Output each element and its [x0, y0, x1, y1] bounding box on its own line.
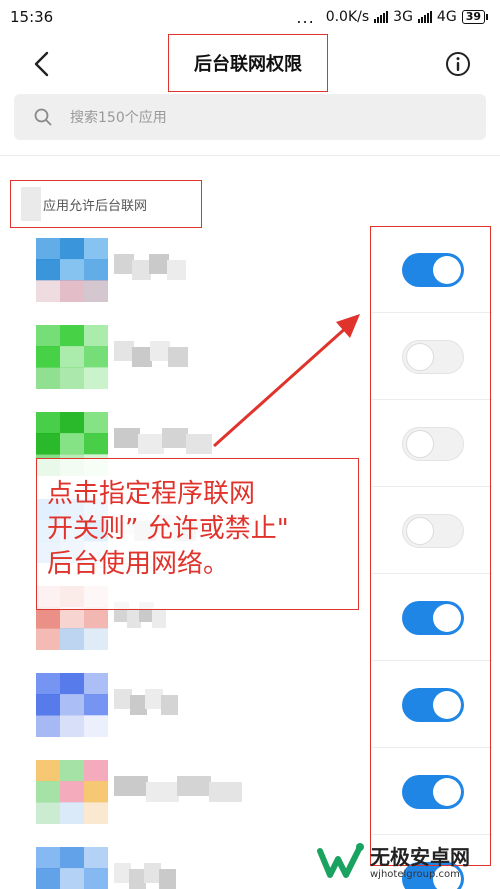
page-title: 后台联网权限 — [168, 34, 328, 92]
search-icon — [34, 108, 52, 126]
info-icon — [446, 52, 470, 76]
status-bar: 15:36 ... 0.0K/s 3G 4G 39 — [0, 0, 500, 34]
signal-strength-icon — [374, 11, 389, 23]
battery-icon: 39 — [461, 10, 488, 24]
info-button[interactable] — [444, 50, 472, 78]
battery-level: 39 — [461, 10, 485, 24]
app-header: 后台联网权限 — [0, 34, 500, 94]
watermark-title: 无极安卓网 — [370, 844, 470, 869]
status-time: 15:36 — [10, 8, 54, 26]
toggle-highlight-box — [370, 226, 491, 866]
section-header: 应用允许后台联网 — [10, 180, 202, 228]
callout-line-1: 点击指定程序联网 — [47, 479, 256, 509]
watermark-logo-icon — [317, 842, 364, 878]
callout-line-3: 后台使用网络。 — [47, 549, 230, 579]
network-type-3g: 3G — [393, 9, 413, 25]
network-speed: 0.0K/s — [325, 9, 370, 25]
search-input[interactable]: 搜索150个应用 — [14, 94, 486, 140]
watermark-url: wjhotelgroup.com — [370, 868, 460, 880]
signal-strength-icon — [417, 11, 432, 23]
search-placeholder: 搜索150个应用 — [70, 110, 167, 126]
callout-line-2: 开关则” 允许或禁止" — [47, 514, 289, 544]
app-icon — [36, 847, 108, 889]
back-button[interactable] — [24, 46, 60, 82]
section-label: 应用允许后台联网 — [43, 198, 148, 214]
app-icon — [36, 325, 108, 389]
notification-dots-icon: ... — [296, 7, 315, 27]
app-icon — [36, 760, 108, 824]
app-icon — [36, 238, 108, 302]
divider — [0, 155, 500, 156]
chevron-left-icon — [34, 51, 49, 77]
annotation-callout: 点击指定程序联网 开关则” 允许或禁止" 后台使用网络。 — [36, 458, 359, 610]
app-icon — [36, 673, 108, 737]
blurred-icon — [21, 187, 41, 221]
status-indicators: ... 0.0K/s 3G 4G 39 — [296, 8, 488, 27]
watermark: 无极安卓网 wjhotelgroup.com — [316, 836, 500, 889]
network-type-4g: 4G — [436, 9, 457, 25]
